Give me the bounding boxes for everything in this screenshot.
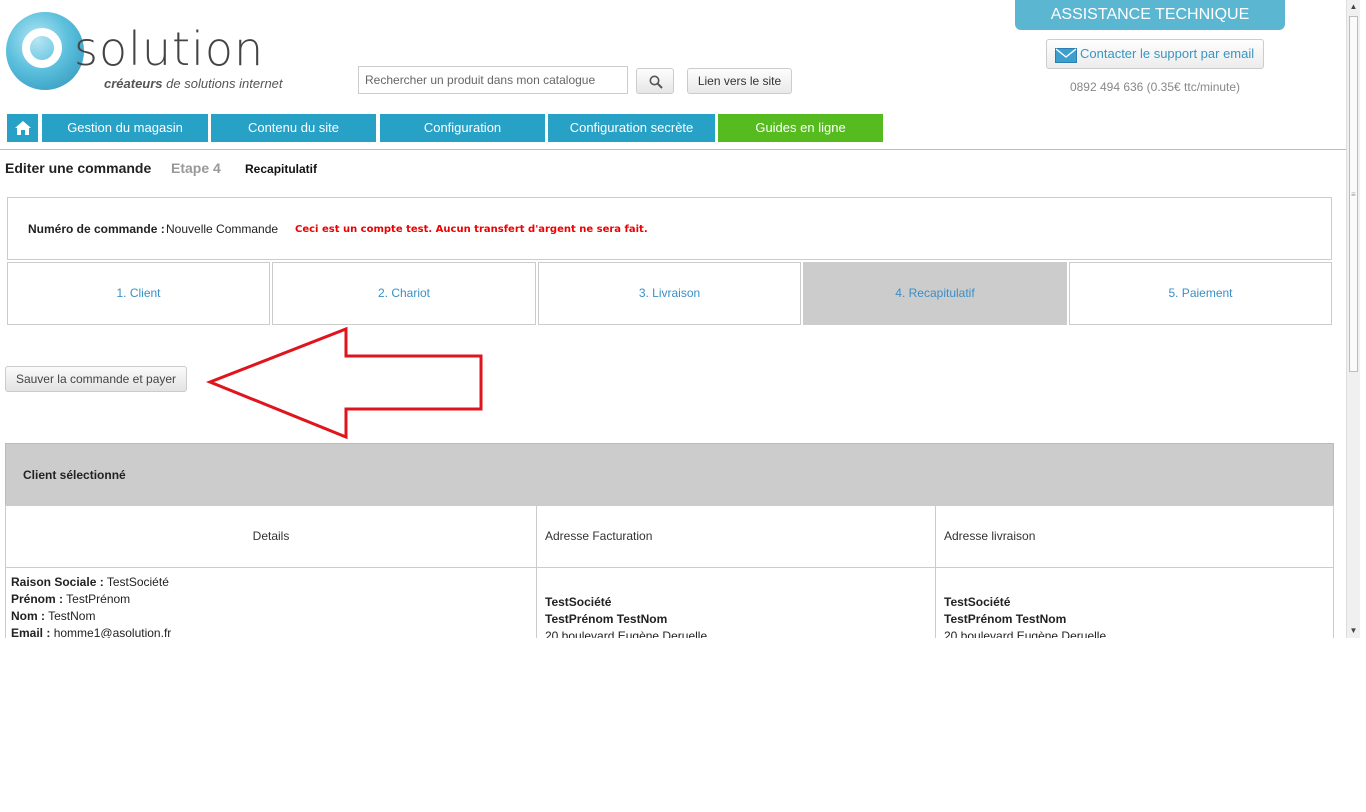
shipping-street: 20 boulevard Eugène Deruelle: [944, 629, 1107, 638]
nav-gestion-magasin[interactable]: Gestion du magasin: [42, 114, 208, 142]
step-tab-paiement[interactable]: 5. Paiement: [1069, 262, 1332, 325]
search-icon: [649, 75, 663, 89]
envelope-icon: [1055, 48, 1077, 63]
billing-column-header: Adresse Facturation: [536, 505, 936, 568]
order-number-label: Numéro de commande :: [28, 222, 165, 236]
contact-support-button[interactable]: Contacter le support par email: [1046, 39, 1264, 69]
page-viewport: solution créateurs de solutions internet…: [0, 0, 1346, 638]
detail-row: Raison Sociale : TestSociété: [11, 575, 169, 589]
nav-contenu-site[interactable]: Contenu du site: [211, 114, 376, 142]
vertical-scrollbar[interactable]: ▲ ≡ ▼: [1346, 0, 1360, 638]
billing-name: TestPrénom TestNom: [545, 612, 668, 626]
logo-tagline: créateurs de solutions internet: [104, 76, 283, 91]
logo-at-symbol: [6, 12, 84, 90]
site-logo[interactable]: solution créateurs de solutions internet: [6, 12, 291, 92]
scroll-down-arrow-icon[interactable]: ▼: [1347, 624, 1360, 638]
catalog-search-input[interactable]: [358, 66, 628, 94]
nav-divider: [0, 149, 1346, 150]
scrollbar-grip-icon: ≡: [1351, 190, 1356, 199]
page-title: Editer une commande: [5, 160, 152, 176]
shipping-column-header: Adresse livraison: [935, 505, 1334, 568]
nav-configuration-secrete[interactable]: Configuration secrète: [548, 114, 715, 142]
shipping-company: TestSociété: [944, 595, 1011, 609]
client-details: Raison Sociale : TestSociété Prénom : Te…: [11, 574, 171, 638]
selected-client-header: Client sélectionné: [5, 443, 1334, 506]
nav-home[interactable]: [7, 114, 38, 142]
order-number-box: Numéro de commande : Nouvelle Commande C…: [7, 197, 1332, 260]
detail-row: Email : homme1@asolution.fr: [11, 626, 172, 638]
shipping-address-cell: TestSociété TestPrénom TestNom 20 boulev…: [935, 567, 1334, 638]
home-icon: [15, 121, 31, 135]
nav-configuration[interactable]: Configuration: [380, 114, 545, 142]
detail-row: Nom : TestNom: [11, 609, 96, 623]
shipping-name: TestPrénom TestNom: [944, 612, 1067, 626]
detail-row: Prénom : TestPrénom: [11, 592, 131, 606]
selected-client-title: Client sélectionné: [23, 468, 126, 482]
save-and-pay-button[interactable]: Sauver la commande et payer: [5, 366, 187, 392]
step-tab-livraison[interactable]: 3. Livraison: [538, 262, 801, 325]
billing-company: TestSociété: [545, 595, 612, 609]
step-tab-chariot[interactable]: 2. Chariot: [272, 262, 536, 325]
search-button[interactable]: [636, 68, 674, 94]
nav-guides-en-ligne[interactable]: Guides en ligne: [718, 114, 883, 142]
order-number-value: Nouvelle Commande: [166, 222, 279, 236]
logo-wordmark: solution: [74, 22, 265, 76]
contact-support-label: Contacter le support par email: [1080, 46, 1255, 61]
step-indicator: Etape 4: [171, 160, 221, 176]
billing-address-cell: TestSociété TestPrénom TestNom 20 boulev…: [536, 567, 936, 638]
assistance-banner: ASSISTANCE TECHNIQUE: [1015, 0, 1285, 30]
client-details-cell: Raison Sociale : TestSociété Prénom : Te…: [5, 567, 537, 638]
test-account-warning: Ceci est un compte test. Aucun transfert…: [295, 224, 648, 235]
step-tab-recapitulatif[interactable]: 4. Recapitulatif: [803, 262, 1067, 325]
scroll-up-arrow-icon[interactable]: ▲: [1347, 0, 1360, 14]
step-name: Recapitulatif: [245, 162, 318, 176]
billing-street: 20 boulevard Eugène Deruelle: [545, 629, 708, 638]
support-phone: 0892 494 636 (0.35€ ttc/minute): [1069, 80, 1241, 94]
details-column-header: Details: [5, 505, 537, 568]
billing-address: TestSociété TestPrénom TestNom 20 boulev…: [545, 594, 707, 638]
step-tab-client[interactable]: 1. Client: [7, 262, 270, 325]
shipping-address: TestSociété TestPrénom TestNom 20 boulev…: [944, 594, 1106, 638]
site-link-button[interactable]: Lien vers le site: [687, 68, 792, 94]
